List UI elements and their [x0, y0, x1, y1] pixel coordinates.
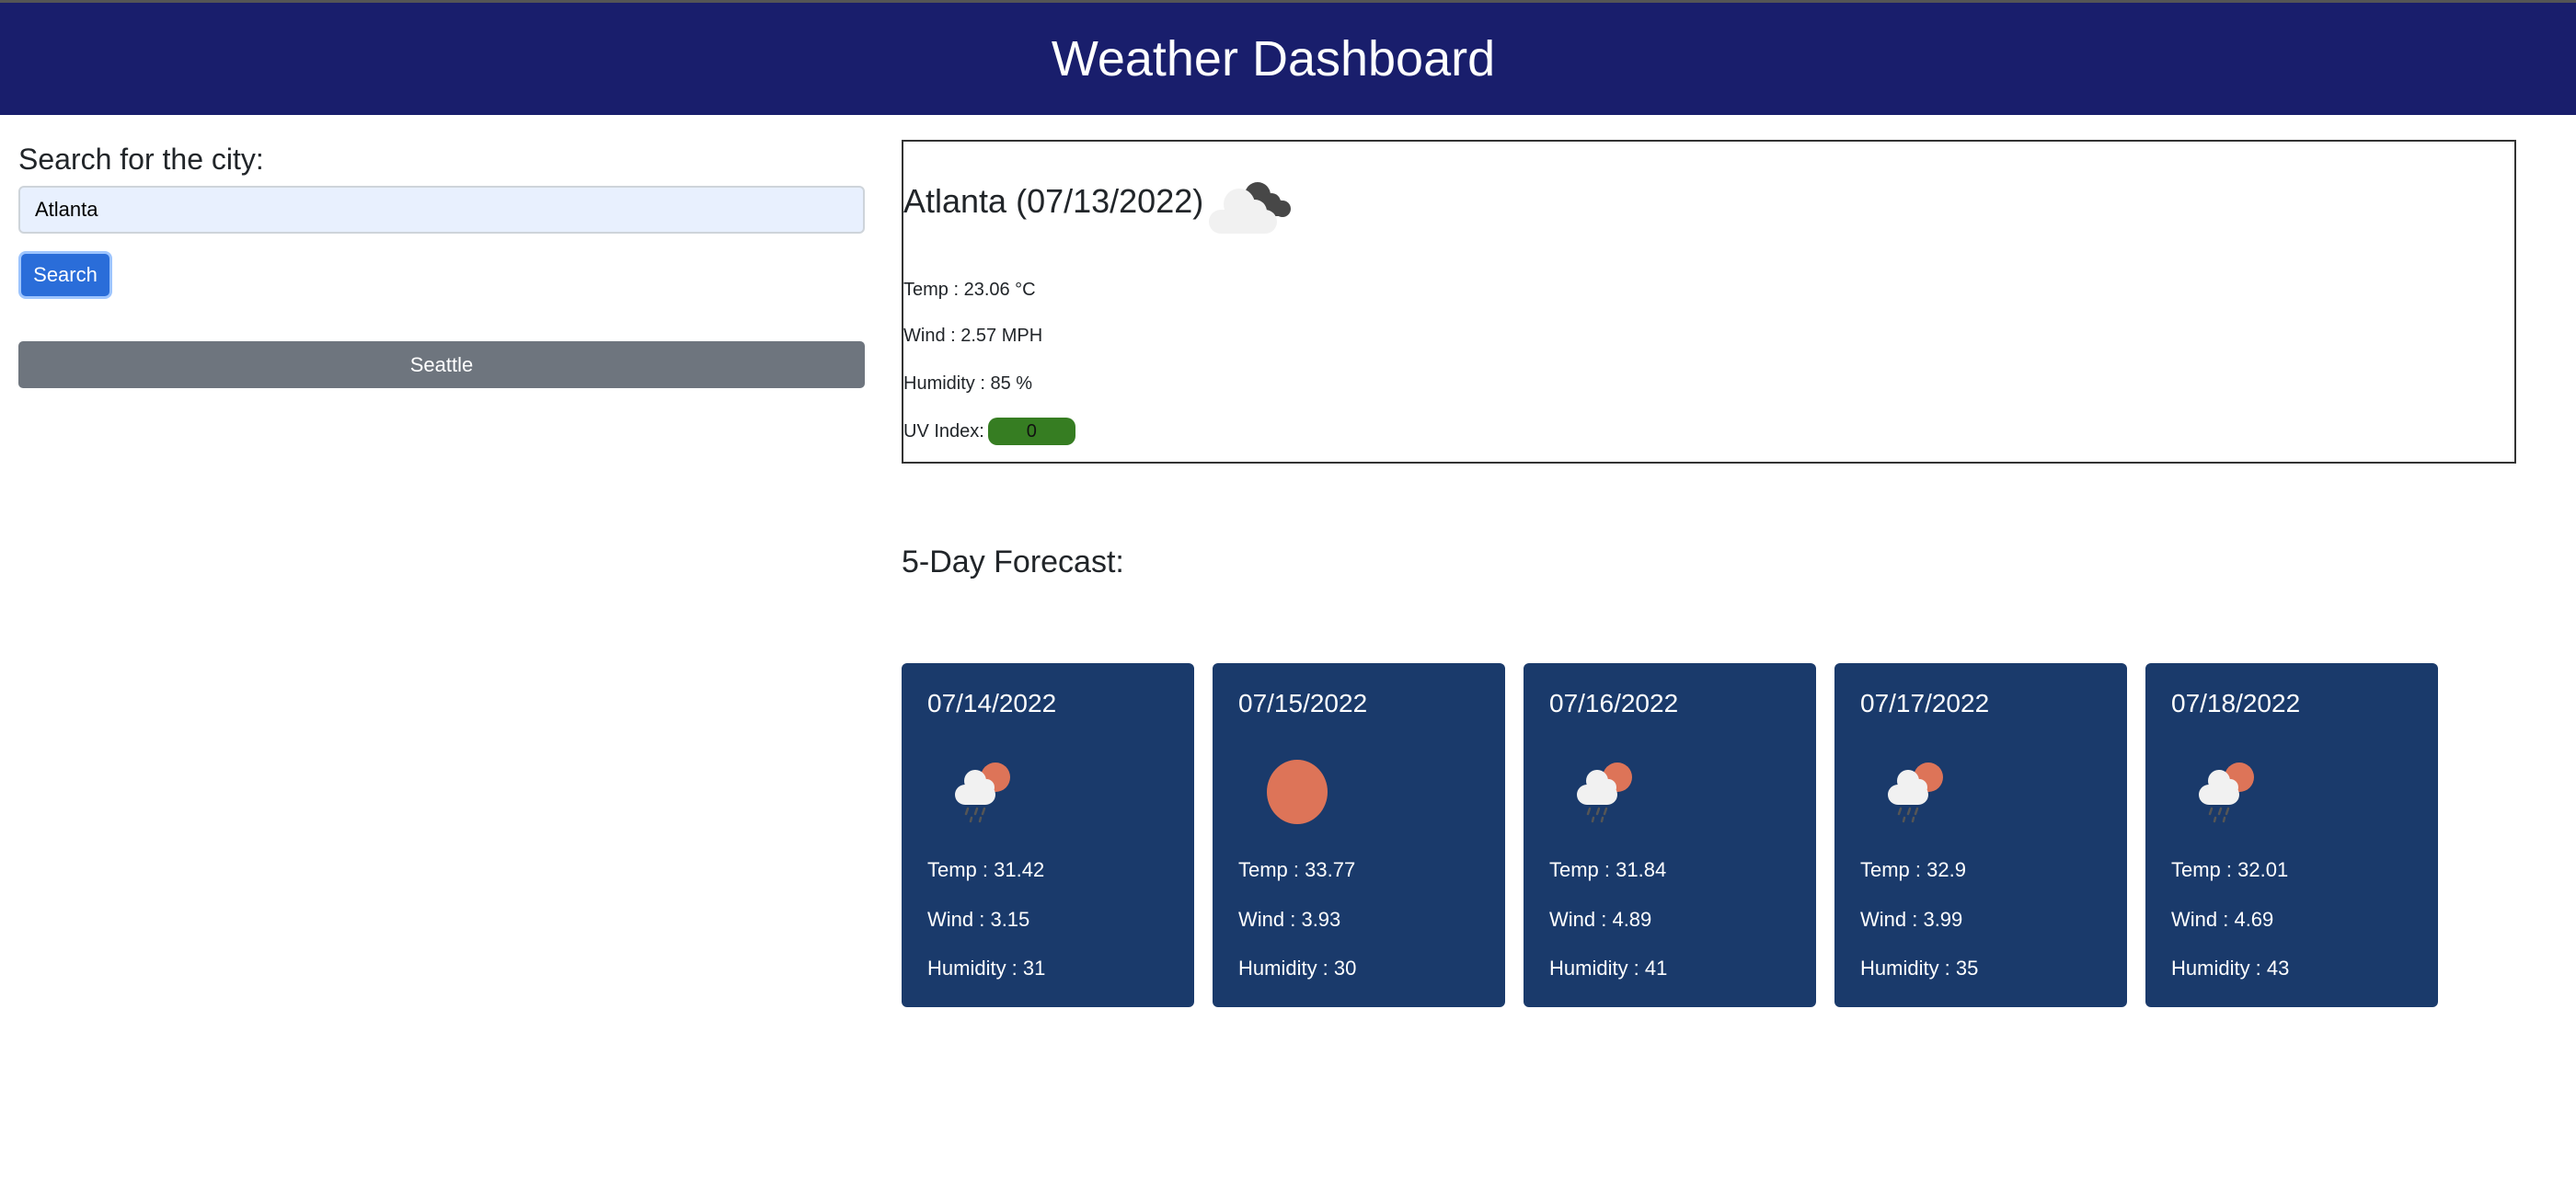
history-button-seattle[interactable]: Seattle — [18, 341, 865, 388]
current-humidity: Humidity : 85 % — [903, 373, 1033, 394]
forecast-temp: Temp : 32.01 — [2171, 858, 2289, 881]
forecast-humidity: Humidity : 31 — [927, 957, 1046, 980]
app-header: Weather Dashboard — [0, 3, 2576, 115]
forecast-date: 07/16/2022 — [1549, 689, 1679, 717]
forecast-card: 07/15/2022 Temp : 33.77 Wind : 3.93 Humi… — [1213, 663, 1505, 1007]
forecast-temp: Temp : 31.84 — [1549, 858, 1667, 881]
sun-icon — [1259, 755, 1332, 833]
forecast-wind: Wind : 4.69 — [2171, 908, 2274, 931]
page-title: Weather Dashboard — [1051, 31, 1496, 86]
city-search-input[interactable] — [18, 186, 865, 234]
current-uv-row: UV Index: 0 — [903, 418, 1075, 445]
rain-sun-icon — [1570, 755, 1643, 833]
forecast-temp: Temp : 32.9 — [1860, 858, 1966, 881]
forecast-card: 07/14/2022 Temp : 31.42 Wind : 3.15 Humi… — [902, 663, 1194, 1007]
current-weather-panel: Atlanta (07/13/2022) Temp : 23.06 °C Win… — [902, 140, 2516, 464]
forecast-date: 07/18/2022 — [2171, 689, 2301, 717]
forecast-date: 07/15/2022 — [1238, 689, 1368, 717]
forecast-card: 07/18/2022 Temp : 32.01 Wind : 4.69 Humi… — [2145, 663, 2438, 1007]
forecast-wind: Wind : 3.99 — [1860, 908, 1963, 931]
current-city-heading: Atlanta (07/13/2022) — [903, 182, 1204, 220]
forecast-card: 07/16/2022 Temp : 31.84 Wind : 4.89 Humi… — [1524, 663, 1816, 1007]
forecast-humidity: Humidity : 41 — [1549, 957, 1668, 980]
current-temp: Temp : 23.06 °C — [903, 280, 1036, 300]
forecast-wind: Wind : 4.89 — [1549, 908, 1652, 931]
rain-sun-icon — [1880, 755, 1954, 833]
rain-sun-icon — [2191, 755, 2265, 833]
forecast-wind: Wind : 3.15 — [927, 908, 1030, 931]
forecast-wind: Wind : 3.93 — [1238, 908, 1341, 931]
forecast-title: 5-Day Forecast: — [902, 545, 1124, 579]
forecast-date: 07/14/2022 — [927, 689, 1057, 717]
broken-clouds-icon — [1209, 182, 1291, 234]
forecast-date: 07/17/2022 — [1860, 689, 1990, 717]
forecast-card: 07/17/2022 Temp : 32.9 Wind : 3.99 Humid… — [1834, 663, 2127, 1007]
current-wind: Wind : 2.57 MPH — [903, 326, 1043, 346]
forecast-humidity: Humidity : 35 — [1860, 957, 1979, 980]
search-button[interactable]: Search — [18, 251, 112, 299]
search-label: Search for the city: — [18, 143, 264, 176]
forecast-humidity: Humidity : 43 — [2171, 957, 2290, 980]
uv-label: UV Index: — [903, 421, 984, 441]
forecast-temp: Temp : 31.42 — [927, 858, 1045, 881]
uv-badge: 0 — [987, 418, 1075, 445]
forecast-humidity: Humidity : 30 — [1238, 957, 1357, 980]
forecast-temp: Temp : 33.77 — [1238, 858, 1356, 881]
rain-sun-icon — [948, 755, 1021, 833]
